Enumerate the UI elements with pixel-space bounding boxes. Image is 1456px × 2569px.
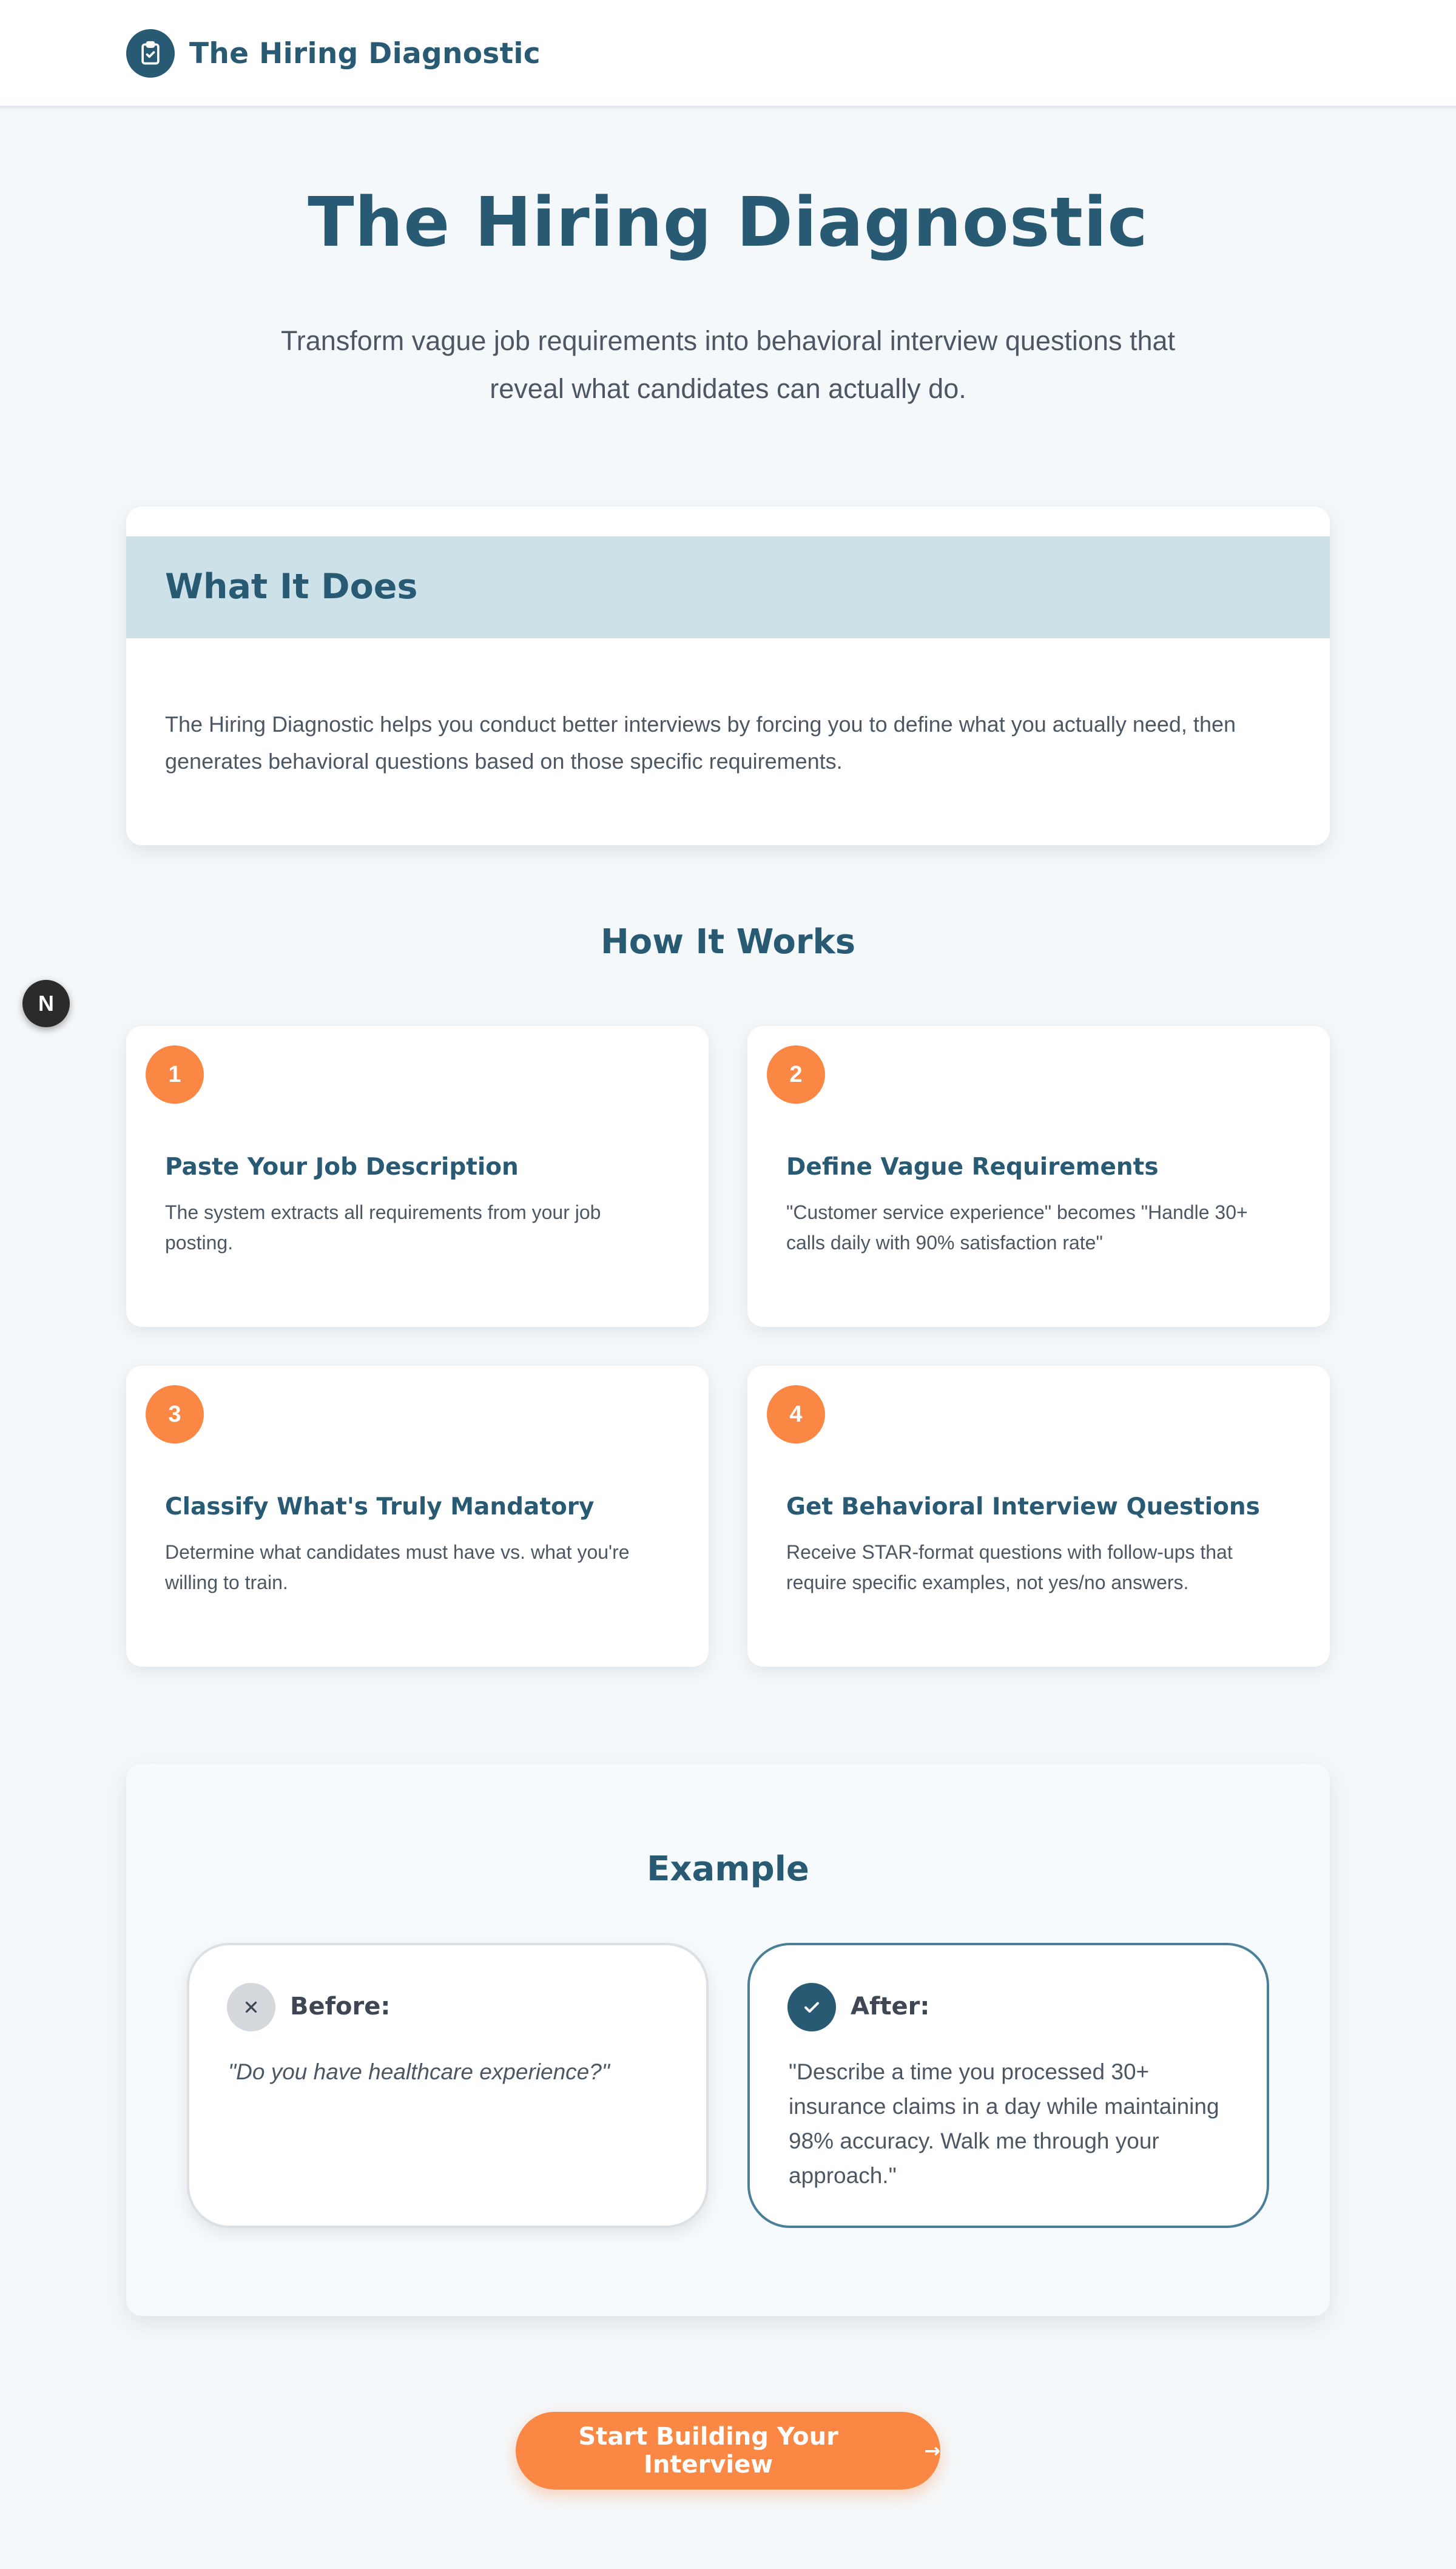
step-card-4: 4 Get Behavioral Interview Questions Rec… [747,1366,1330,1667]
hero-title: The Hiring Diagnostic [308,183,1148,262]
step-description: The system extracts all requirements fro… [165,1201,601,1254]
step-number-badge: 4 [767,1385,825,1443]
step-description: Determine what candidates must have vs. … [165,1541,630,1593]
after-text: "Describe a time you processed 30+ insur… [789,2059,1219,2188]
step-card-2: 2 Define Vague Requirements "Customer se… [747,1026,1330,1327]
arrow-right-icon: → [924,2439,940,2462]
what-it-does-card: What It Does The Hiring Diagnostic helps… [126,507,1330,845]
before-text: "Do you have healthcare experience?" [228,2059,610,2084]
what-it-does-body: The Hiring Diagnostic helps you conduct … [165,712,1236,774]
start-building-label: Start Building Your Interview [578,2423,838,2479]
step-title: Get Behavioral Interview Questions [786,1493,1260,1521]
after-card: After: "Describe a time you processed 30… [747,1943,1269,2228]
check-icon [787,1983,836,2031]
after-label: After: [851,1993,930,2020]
step-card-1: 1 Paste Your Job Description The system … [126,1026,709,1327]
example-panel: Example Before: "Do you have healthcare … [126,1764,1330,2316]
floating-n-badge[interactable]: N [22,980,70,1027]
step-title: Define Vague Requirements [786,1153,1159,1181]
what-it-does-title: What It Does [165,567,418,607]
step-description: Receive STAR-format questions with follo… [786,1541,1233,1593]
before-card: Before: "Do you have healthcare experien… [187,1943,709,2228]
step-title: Classify What's Truly Mandatory [165,1493,595,1521]
step-number-badge: 2 [767,1045,825,1104]
step-number-badge: 1 [146,1045,204,1104]
start-building-button[interactable]: Start Building Your Interview → [516,2412,940,2490]
before-label: Before: [290,1993,391,2020]
step-card-3: 3 Classify What's Truly Mandatory Determ… [126,1366,709,1667]
app-name: The Hiring Diagnostic [189,36,541,70]
what-it-does-header: What It Does [126,536,1330,638]
brand[interactable]: The Hiring Diagnostic [126,29,541,78]
clipboard-check-icon [126,29,175,78]
example-title: Example [647,1849,809,1889]
step-description: "Customer service experience" becomes "H… [786,1201,1248,1254]
top-header: The Hiring Diagnostic [0,0,1456,108]
step-title: Paste Your Job Description [165,1153,519,1181]
x-icon [227,1983,275,2031]
hero-subtitle: Transform vague job requirements into be… [280,325,1176,404]
step-number-badge: 3 [146,1385,204,1443]
how-it-works-title: How It Works [600,922,856,962]
